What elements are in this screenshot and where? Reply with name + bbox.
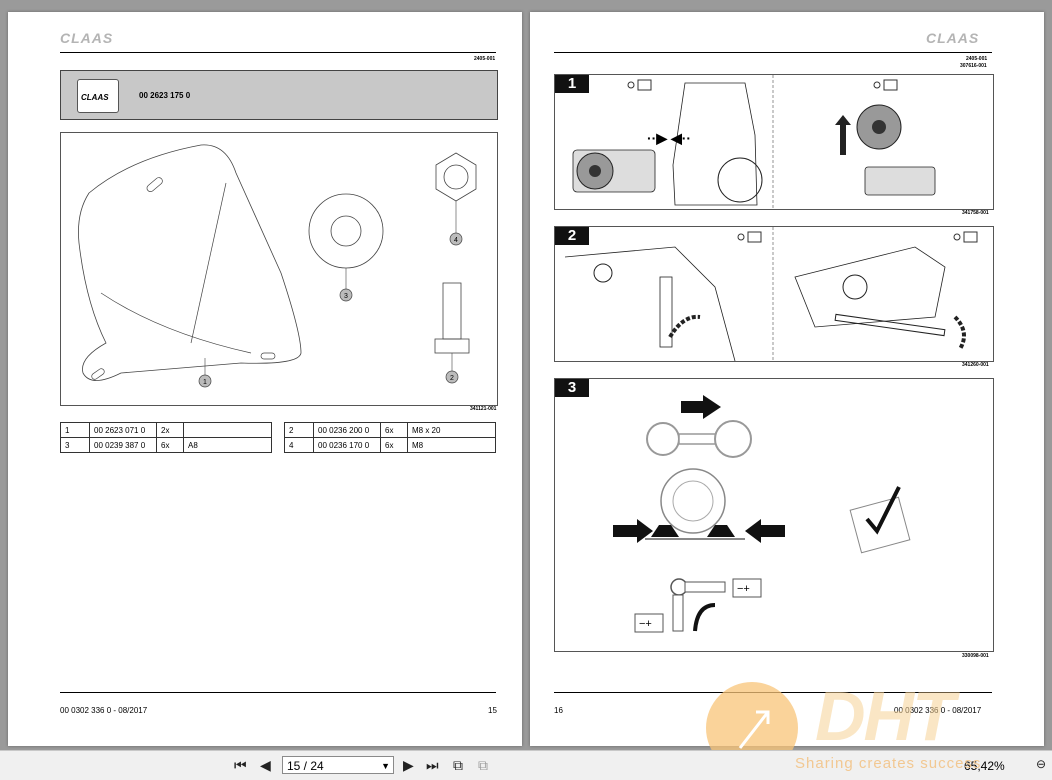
- bracket-slot-right: [260, 352, 276, 360]
- step-1-panel: 1 ··▶ ◀··: [554, 74, 994, 210]
- watermark-brand: DHT: [815, 677, 955, 755]
- ref-code-1: 2405-001: [966, 56, 988, 62]
- svg-text:2: 2: [450, 375, 454, 382]
- part-number: 00 2623 175 0: [139, 91, 191, 100]
- single-page-icon[interactable]: ⧉: [478, 757, 488, 774]
- page-number: 15: [488, 706, 497, 715]
- chevron-down-icon: ▼: [381, 761, 390, 771]
- parts-table-right: 2 00 0236 200 0 6x M8 x 20 4 00 0236 170 0 6x…: [284, 422, 496, 453]
- gear-icon: [873, 81, 881, 89]
- svg-text:3: 3: [344, 293, 348, 300]
- step-2-code: 341260-001: [962, 362, 989, 368]
- gear-icon: [737, 233, 745, 241]
- ref-code: 2405-001: [474, 56, 496, 62]
- wheel-chock-icon: [645, 468, 745, 540]
- callout-3: 3: [339, 288, 353, 302]
- step-3-code: 330098-001: [962, 653, 989, 659]
- footer-rule: [60, 692, 496, 693]
- header-rule: [60, 52, 496, 53]
- watermark-text: Sharing creates success: [795, 755, 982, 772]
- step-1-lifted-unit: [856, 104, 936, 196]
- manual-book-icon: [747, 231, 762, 243]
- battery-switch-icon: −+ −+: [634, 578, 762, 633]
- washer-outer: [308, 193, 384, 269]
- manual-book-icon: [637, 79, 652, 91]
- rotate-arrow-icon: [953, 315, 966, 351]
- step-1-drawing: ··▶ ◀··: [572, 75, 936, 209]
- two-page-icon[interactable]: ⧉: [453, 757, 463, 774]
- table-row: 3 00 0239 387 0 6x A8: [60, 437, 272, 453]
- arrow-left-icon: [745, 519, 785, 543]
- callout-1: 1: [198, 374, 212, 388]
- gear-icon: [627, 81, 635, 89]
- arrow-up-icon: [835, 115, 851, 155]
- arrow-up-right-icon: [738, 710, 770, 749]
- header-rule: [554, 52, 992, 53]
- page-select[interactable]: 15 / 24 ▼: [282, 756, 394, 774]
- right-page: CLAAS 2405-001 307616-001 1 ··▶ ◀·· 3417…: [530, 12, 1044, 746]
- parts-table-left: 1 00 2623 071 0 2x 3 00 0239 387 0 6x A8: [60, 422, 272, 453]
- first-page-icon[interactable]: ⏮: [234, 757, 247, 774]
- bolt-head: [434, 338, 470, 354]
- drawing-code: 341121-001: [470, 406, 497, 412]
- callout-4: 4: [449, 232, 463, 246]
- arrow-right-icon: [681, 395, 721, 419]
- arrows-toward: ··▶ ◀··: [647, 130, 691, 146]
- bracket-fold: [100, 292, 252, 354]
- bracket-shape: [78, 144, 302, 381]
- manual-book-icon: [963, 231, 978, 243]
- page-number: 16: [554, 706, 563, 715]
- bracket-slot-top: [146, 177, 163, 193]
- step-1-code: 341758-001: [962, 210, 989, 216]
- ref-code-2: 307616-001: [960, 63, 987, 69]
- callout-2: 2: [445, 370, 459, 384]
- svg-text:−+: −+: [639, 618, 652, 630]
- bracket-slot-bottom: [91, 368, 105, 380]
- claas-logo: CLAAS: [60, 30, 114, 46]
- last-page-icon[interactable]: ⏭: [426, 757, 439, 774]
- claas-logo: CLAAS: [926, 30, 980, 46]
- parts-drawing-svg: 1 2 3 4: [78, 144, 477, 388]
- part-bag-icon: CLAAS: [77, 79, 119, 113]
- step-2-frame: [794, 246, 946, 337]
- table-row: 1 00 2623 071 0 2x: [60, 422, 272, 438]
- gear-icon: [953, 233, 961, 241]
- svg-text:1: 1: [203, 379, 207, 386]
- svg-text:4: 4: [454, 237, 458, 244]
- bolt-shank: [442, 282, 462, 340]
- washer-inner: [330, 215, 362, 247]
- checklist-icon: [849, 486, 911, 554]
- step-3-panel: 3 −+ −+: [554, 378, 994, 652]
- step-3-drawing: −+ −+: [613, 395, 911, 633]
- step-2-panel: 2: [554, 226, 994, 362]
- prev-page-icon[interactable]: ◀: [260, 757, 271, 774]
- step-2-drawing: [564, 227, 978, 361]
- table-row: 4 00 0236 170 0 6x M8: [284, 437, 496, 453]
- next-page-icon[interactable]: ▶: [403, 757, 414, 774]
- step-2-linkage: [564, 246, 736, 361]
- rotate-arrow-icon: [668, 314, 701, 339]
- bracket-edge: [190, 182, 227, 344]
- footer-doc: 00 0302 336 0 - 08/2017: [60, 706, 148, 715]
- left-page: CLAAS 2405-001 CLAAS 00 2623 175 0 1 2 3…: [8, 12, 522, 746]
- nut-shape: [435, 152, 477, 202]
- step-1-header-unit: [572, 149, 656, 193]
- table-row: 2 00 0236 200 0 6x M8 x 20: [284, 422, 496, 438]
- manual-book-icon: [883, 79, 898, 91]
- exploded-drawing: 1 2 3 4: [60, 132, 498, 406]
- part-header: CLAAS 00 2623 175 0: [60, 70, 498, 120]
- key-icon: [646, 420, 752, 458]
- svg-text:−+: −+: [737, 583, 750, 595]
- zoom-out-icon[interactable]: ⊖: [1036, 757, 1046, 771]
